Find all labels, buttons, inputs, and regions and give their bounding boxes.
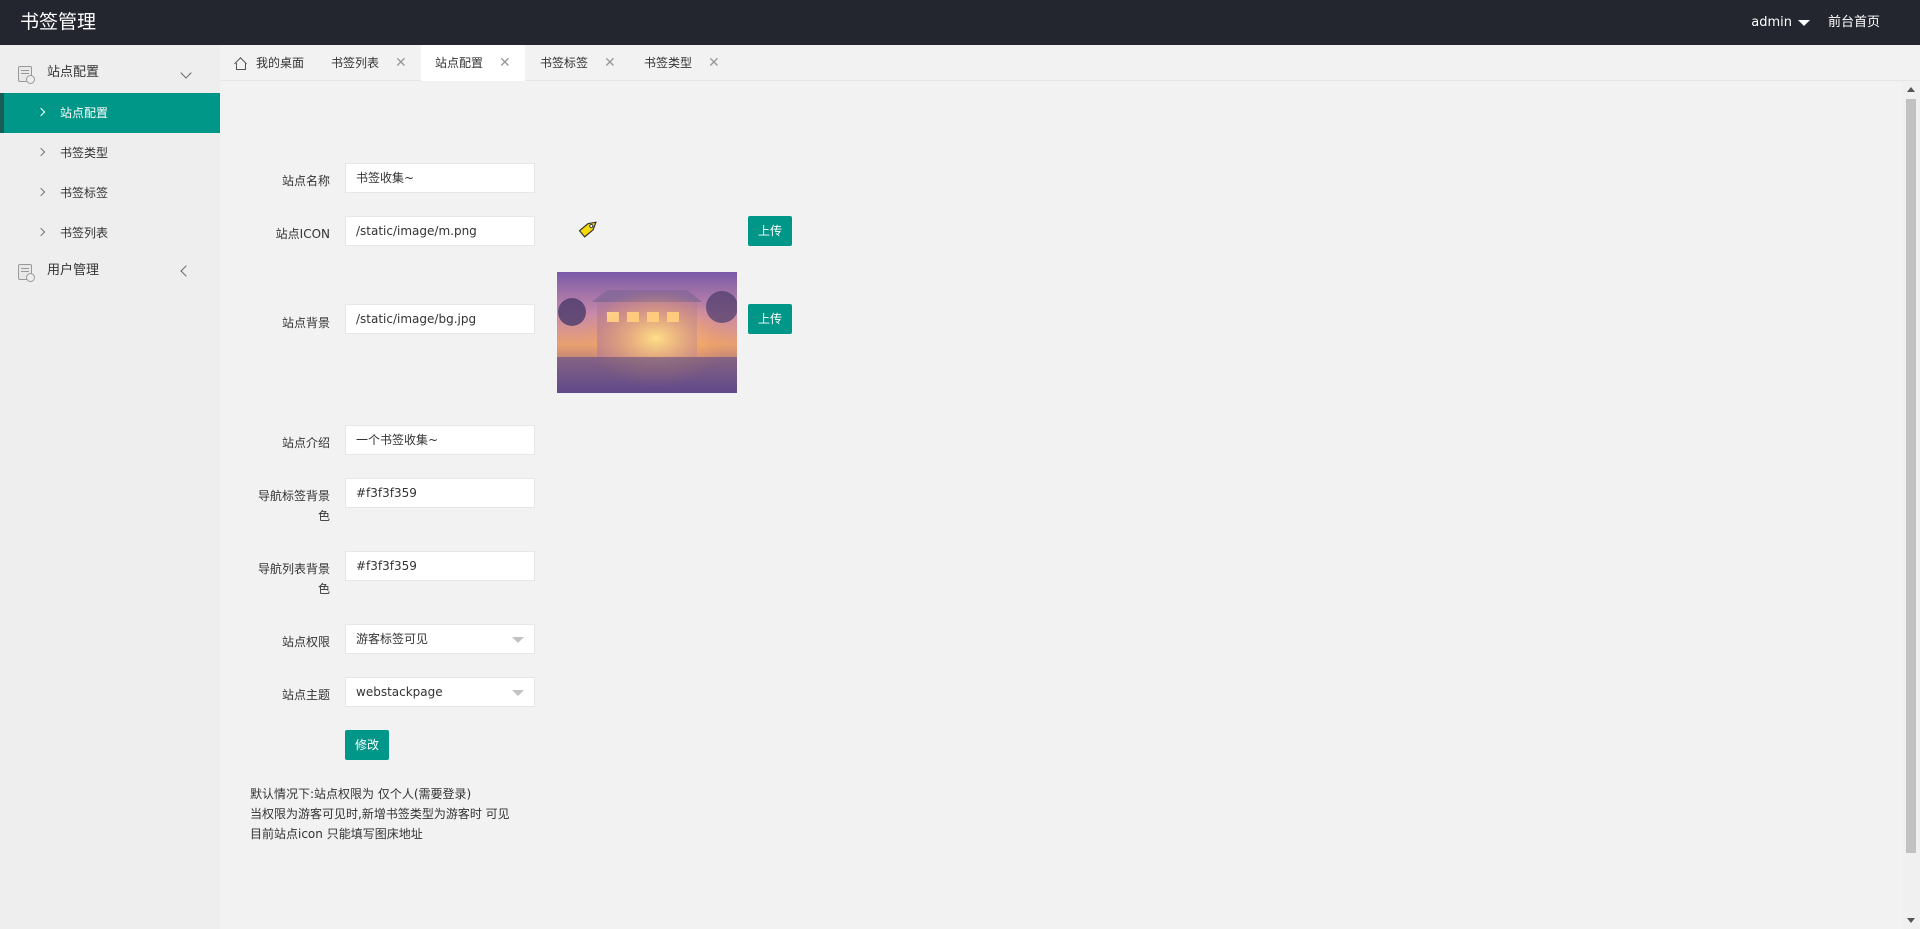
chevron-right-icon <box>36 147 46 157</box>
note-line: 默认情况下:站点权限为 仅个人(需要登录) <box>250 787 472 801</box>
tab-label: 书签列表 <box>331 56 380 70</box>
sidebar-group-user-management[interactable]: 用户管理 <box>0 251 220 291</box>
tab-site-config[interactable]: 站点配置 ✕ <box>421 45 525 81</box>
sidebar-item-bookmark-list[interactable]: 书签列表 <box>0 213 220 253</box>
site-theme-select[interactable]: webstackpage <box>345 677 535 707</box>
sidebar-item-label: 书签标签 <box>60 186 109 200</box>
chevron-right-icon <box>36 187 46 197</box>
label-line: 色 <box>317 509 330 523</box>
tab-my-desktop[interactable]: 我的桌面 <box>220 45 318 81</box>
app-title: 书签管理 <box>20 11 97 33</box>
tab-label: 站点配置 <box>435 56 484 70</box>
tab-bookmark-type[interactable]: 书签类型 ✕ <box>630 45 734 81</box>
front-home-link[interactable]: 前台首页 <box>1828 0 1880 45</box>
tab-bookmark-list[interactable]: 书签列表 ✕ <box>317 45 421 81</box>
scroll-down-icon[interactable] <box>1907 918 1915 923</box>
tab-bookmark-tag[interactable]: 书签标签 ✕ <box>526 45 630 81</box>
top-header: 书签管理 admin 前台首页 <box>0 0 1920 45</box>
tab-label: 我的桌面 <box>256 56 305 70</box>
upload-icon-button[interactable]: 上传 <box>748 216 792 246</box>
dropdown-arrow-icon <box>512 637 524 643</box>
tab-label: 书签标签 <box>540 56 589 70</box>
user-name: admin <box>1751 15 1792 30</box>
label-line: 色 <box>317 582 330 596</box>
chevron-down-icon <box>180 53 192 93</box>
chevron-right-icon <box>36 227 46 237</box>
close-icon[interactable]: ✕ <box>395 45 407 81</box>
nav-tag-bg-input[interactable]: #f3f3f359 <box>345 478 535 508</box>
site-icon-input[interactable]: /static/image/m.png <box>345 216 535 246</box>
note-line: 当权限为游客可见时,新增书签类型为游客时 可见 <box>250 807 510 821</box>
background-preview-image <box>557 272 737 393</box>
user-menu[interactable]: admin <box>1751 0 1810 45</box>
site-permission-select[interactable]: 游客标签可见 <box>345 624 535 654</box>
home-icon <box>234 58 246 70</box>
site-theme-label: 站点主题 <box>281 688 330 702</box>
upload-background-button[interactable]: 上传 <box>748 304 792 334</box>
user-config-icon <box>18 264 35 282</box>
site-icon-label: 站点ICON <box>275 227 330 241</box>
sidebar-item-bookmark-type[interactable]: 书签类型 <box>0 133 220 173</box>
sidebar-item-label: 书签列表 <box>60 226 109 240</box>
nav-list-bg-input[interactable]: #f3f3f359 <box>345 551 535 581</box>
site-bg-label: 站点背景 <box>281 316 330 330</box>
site-name-label: 站点名称 <box>281 174 330 188</box>
tab-label: 书签类型 <box>644 56 693 70</box>
vertical-scrollbar[interactable] <box>1902 81 1920 929</box>
sidebar-item-label: 书签类型 <box>60 146 109 160</box>
sidebar-group-label: 站点配置 <box>47 65 100 80</box>
tag-icon <box>578 221 597 238</box>
select-value: 游客标签可见 <box>356 632 429 646</box>
site-bg-input[interactable]: /static/image/bg.jpg <box>345 304 535 334</box>
label-line: 导航列表背景 <box>257 562 330 576</box>
sidebar-item-label: 站点配置 <box>60 106 109 120</box>
nav-list-bg-label: 导航列表背景 色 <box>220 559 330 599</box>
site-name-input[interactable]: 书签收集~ <box>345 163 535 193</box>
chevron-left-icon <box>180 251 192 291</box>
close-icon[interactable]: ✕ <box>708 45 720 81</box>
nav-tag-bg-label: 导航标签背景 色 <box>220 486 330 526</box>
submit-modify-button[interactable]: 修改 <box>345 730 389 760</box>
dropdown-arrow-icon <box>512 690 524 696</box>
sidebar: 站点配置 站点配置 书签类型 书签标签 书签列表 用户管理 <box>0 45 220 929</box>
scroll-up-icon[interactable] <box>1907 87 1915 92</box>
close-icon[interactable]: ✕ <box>499 45 511 81</box>
sidebar-group-site-config[interactable]: 站点配置 <box>0 53 220 93</box>
label-line: 导航标签背景 <box>257 489 330 503</box>
site-intro-input[interactable]: 一个书签收集~ <box>345 425 535 455</box>
tab-bar: 我的桌面 书签列表 ✕ 站点配置 ✕ 书签标签 ✕ 书签类型 ✕ <box>220 45 1920 81</box>
close-icon[interactable]: ✕ <box>604 45 616 81</box>
site-intro-label: 站点介绍 <box>281 436 330 450</box>
select-value: webstackpage <box>356 685 443 699</box>
sidebar-item-site-config[interactable]: 站点配置 <box>0 93 220 133</box>
config-icon <box>18 66 35 84</box>
sidebar-group-label: 用户管理 <box>47 263 100 278</box>
chevron-right-icon <box>36 107 46 117</box>
sidebar-item-bookmark-tag[interactable]: 书签标签 <box>0 173 220 213</box>
site-permission-label: 站点权限 <box>281 635 330 649</box>
caret-down-icon <box>1798 19 1810 26</box>
note-line: 目前站点icon 只能填写图床地址 <box>250 827 423 841</box>
scrollbar-thumb[interactable] <box>1906 99 1916 853</box>
